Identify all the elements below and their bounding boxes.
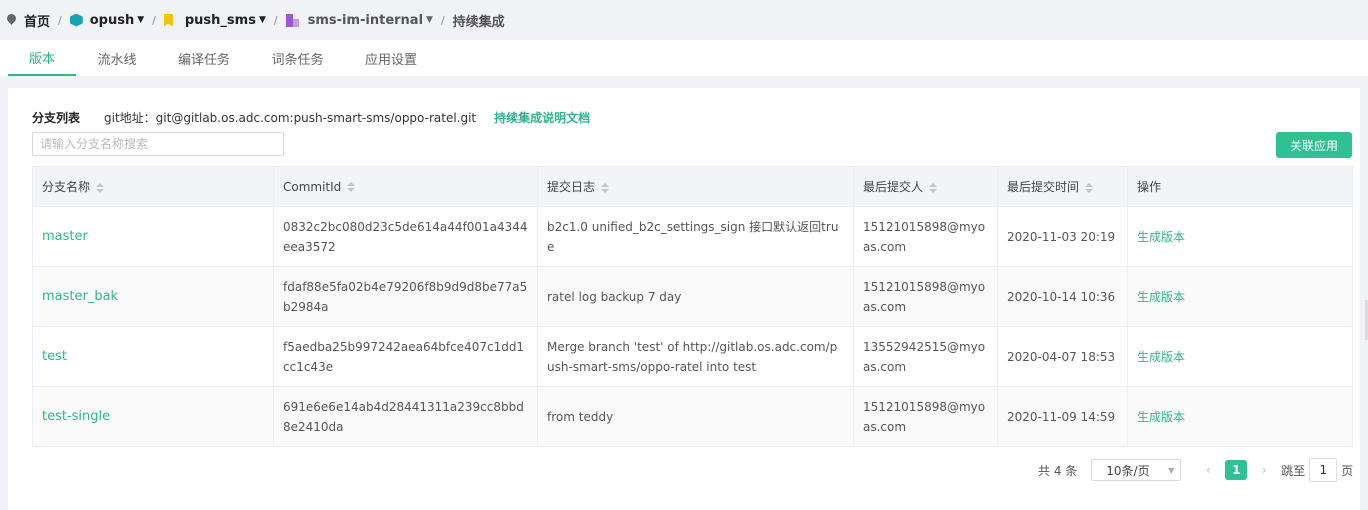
breadcrumb-project-label: opush	[89, 12, 135, 28]
breadcrumb-project[interactable]: opush ▼	[90, 13, 144, 28]
generate-version-link[interactable]: 生成版本	[1127, 326, 1353, 387]
table-row: master_bak fdaf88e5fa02b4e79206f8b9d9d8b…	[32, 266, 1353, 327]
column-header-label: 最后提交人	[863, 180, 924, 194]
commit-log: ratel log backup 7 day	[537, 266, 854, 327]
generate-version-link[interactable]: 生成版本	[1127, 386, 1353, 447]
branch-table: 分支名称 CommitId 提交日志 最后提交人 最后提交时间 操作 maste…	[32, 166, 1353, 447]
sort-icon[interactable]	[1085, 182, 1094, 193]
branch-name-link[interactable]: test	[32, 326, 274, 387]
column-header-label: CommitId	[283, 179, 342, 194]
last-commit-time: 2020-11-09 14:59	[997, 386, 1128, 447]
pagination: 共 4 条 10条/页 ▼ ‹ 1 › 跳至 1 页	[1038, 458, 1353, 482]
jump-suffix: 页	[1341, 463, 1354, 478]
breadcrumb-separator: /	[273, 13, 278, 27]
location-pin-icon	[7, 14, 16, 26]
app-blocks-icon	[285, 13, 299, 27]
commit-log: Merge branch 'test' of http://gitlab.os.…	[537, 326, 854, 387]
breadcrumb-group-label: push_sms	[184, 12, 256, 28]
last-committer: 15121015898@myoas.com	[853, 266, 998, 327]
breadcrumb-current: 持续集成	[452, 14, 505, 30]
branch-search-input[interactable]	[32, 132, 284, 156]
commit-id: 691e6e6e14ab4d28441311a239cc8bbd8e2410da	[273, 386, 538, 447]
table-header-row: 分支名称 CommitId 提交日志 最后提交人 最后提交时间 操作	[32, 166, 1353, 207]
breadcrumb-group[interactable]: push_sms ▼	[185, 13, 266, 28]
tab-bar: 版本 流水线 编译任务 词条任务 应用设置	[0, 40, 1368, 76]
generate-version-link[interactable]: 生成版本	[1127, 266, 1353, 327]
column-header-action: 操作	[1127, 166, 1353, 207]
column-header-author[interactable]: 最后提交人	[853, 166, 998, 207]
commit-id: f5aedba25b997242aea64bfce407c1dd1cc1c43e	[273, 326, 538, 387]
prev-page-button[interactable]: ‹	[1197, 463, 1219, 477]
column-header-label: 分支名称	[42, 180, 91, 194]
breadcrumb-separator: /	[58, 13, 62, 27]
tab-pipeline[interactable]: 流水线	[76, 40, 158, 76]
jump-page-input[interactable]: 1	[1309, 458, 1338, 482]
page-size-select[interactable]: 10条/页 ▼	[1091, 459, 1182, 481]
sort-icon[interactable]	[96, 182, 105, 193]
sort-icon[interactable]	[347, 182, 356, 192]
page-number-current[interactable]: 1	[1225, 460, 1248, 480]
last-commit-time: 2020-04-07 18:53	[997, 326, 1128, 387]
project-cube-icon	[69, 13, 83, 27]
breadcrumb-app-label: sms-im-internal	[307, 12, 424, 28]
column-header-log[interactable]: 提交日志	[537, 166, 854, 207]
jump-to-page: 跳至 1 页	[1281, 458, 1353, 482]
jump-prefix: 跳至	[1281, 463, 1306, 478]
tab-app-settings[interactable]: 应用设置	[345, 40, 437, 76]
branch-name-link[interactable]: master_bak	[32, 266, 274, 327]
sort-icon[interactable]	[601, 182, 610, 193]
total-count: 共 4 条	[1038, 463, 1078, 478]
column-header-branch[interactable]: 分支名称	[32, 166, 274, 207]
ci-doc-link[interactable]: 持续集成说明文档	[494, 109, 590, 126]
chevron-down-icon: ▼	[1168, 465, 1175, 475]
branch-name-link[interactable]: master	[32, 206, 274, 267]
table-row: test f5aedba25b997242aea64bfce407c1dd1cc…	[32, 326, 1353, 387]
last-committer: 15121015898@myoas.com	[853, 386, 998, 447]
caret-down-icon: ▼	[137, 15, 145, 25]
breadcrumb-separator: /	[440, 13, 445, 27]
commit-log: from teddy	[537, 386, 854, 447]
breadcrumb-separator: /	[152, 13, 156, 27]
branch-name-link[interactable]: test-single	[32, 386, 274, 447]
branch-list-panel: 分支列表 git地址：git@gitlab.os.adc.com:push-sm…	[8, 88, 1360, 510]
link-app-button[interactable]: 关联应用	[1276, 132, 1352, 158]
last-commit-time: 2020-11-03 20:19	[997, 206, 1128, 267]
caret-down-icon: ▼	[258, 15, 266, 25]
commit-id: 0832c2bc080d23c5de614a44f001a4344eea3572	[273, 206, 538, 267]
tab-build-tasks[interactable]: 编译任务	[158, 40, 250, 76]
sort-icon[interactable]	[929, 182, 938, 193]
last-commit-time: 2020-10-14 10:36	[997, 266, 1128, 327]
group-flag-icon	[163, 13, 173, 27]
page-size-value: 10条/页	[1106, 463, 1150, 478]
last-committer: 13552942515@myoas.com	[853, 326, 998, 387]
breadcrumb-home[interactable]: 首页	[24, 11, 50, 30]
table-row: master 0832c2bc080d23c5de614a44f001a4344…	[32, 206, 1353, 267]
commit-id: fdaf88e5fa02b4e79206f8b9d9d8be77a5b2984a	[273, 266, 538, 327]
table-row: test-single 691e6e6e14ab4d28441311a239cc…	[32, 386, 1353, 447]
generate-version-link[interactable]: 生成版本	[1127, 206, 1353, 267]
commit-log: b2c1.0 unified_b2c_settings_sign 接口默认返回t…	[537, 206, 854, 267]
breadcrumb: 首页 / opush ▼ / push_sms ▼ / sms-im-interna…	[0, 0, 1368, 40]
section-title: 分支列表	[32, 110, 81, 125]
caret-down-icon: ▼	[426, 15, 433, 25]
git-address: git地址：git@gitlab.os.adc.com:push-smart-s…	[104, 110, 477, 125]
last-committer: 15121015898@myoas.com	[853, 206, 998, 267]
tab-term-tasks[interactable]: 词条任务	[250, 40, 345, 76]
info-row: 分支列表 git地址：git@gitlab.os.adc.com:push-sm…	[32, 108, 590, 126]
column-header-label: 提交日志	[547, 180, 596, 194]
next-page-button[interactable]: ›	[1253, 463, 1275, 477]
column-header-label: 最后提交时间	[1007, 180, 1080, 194]
column-header-commit[interactable]: CommitId	[273, 166, 538, 207]
breadcrumb-app[interactable]: sms-im-internal ▼	[308, 13, 433, 28]
tab-version[interactable]: 版本	[8, 40, 76, 76]
column-header-time[interactable]: 最后提交时间	[997, 166, 1128, 207]
